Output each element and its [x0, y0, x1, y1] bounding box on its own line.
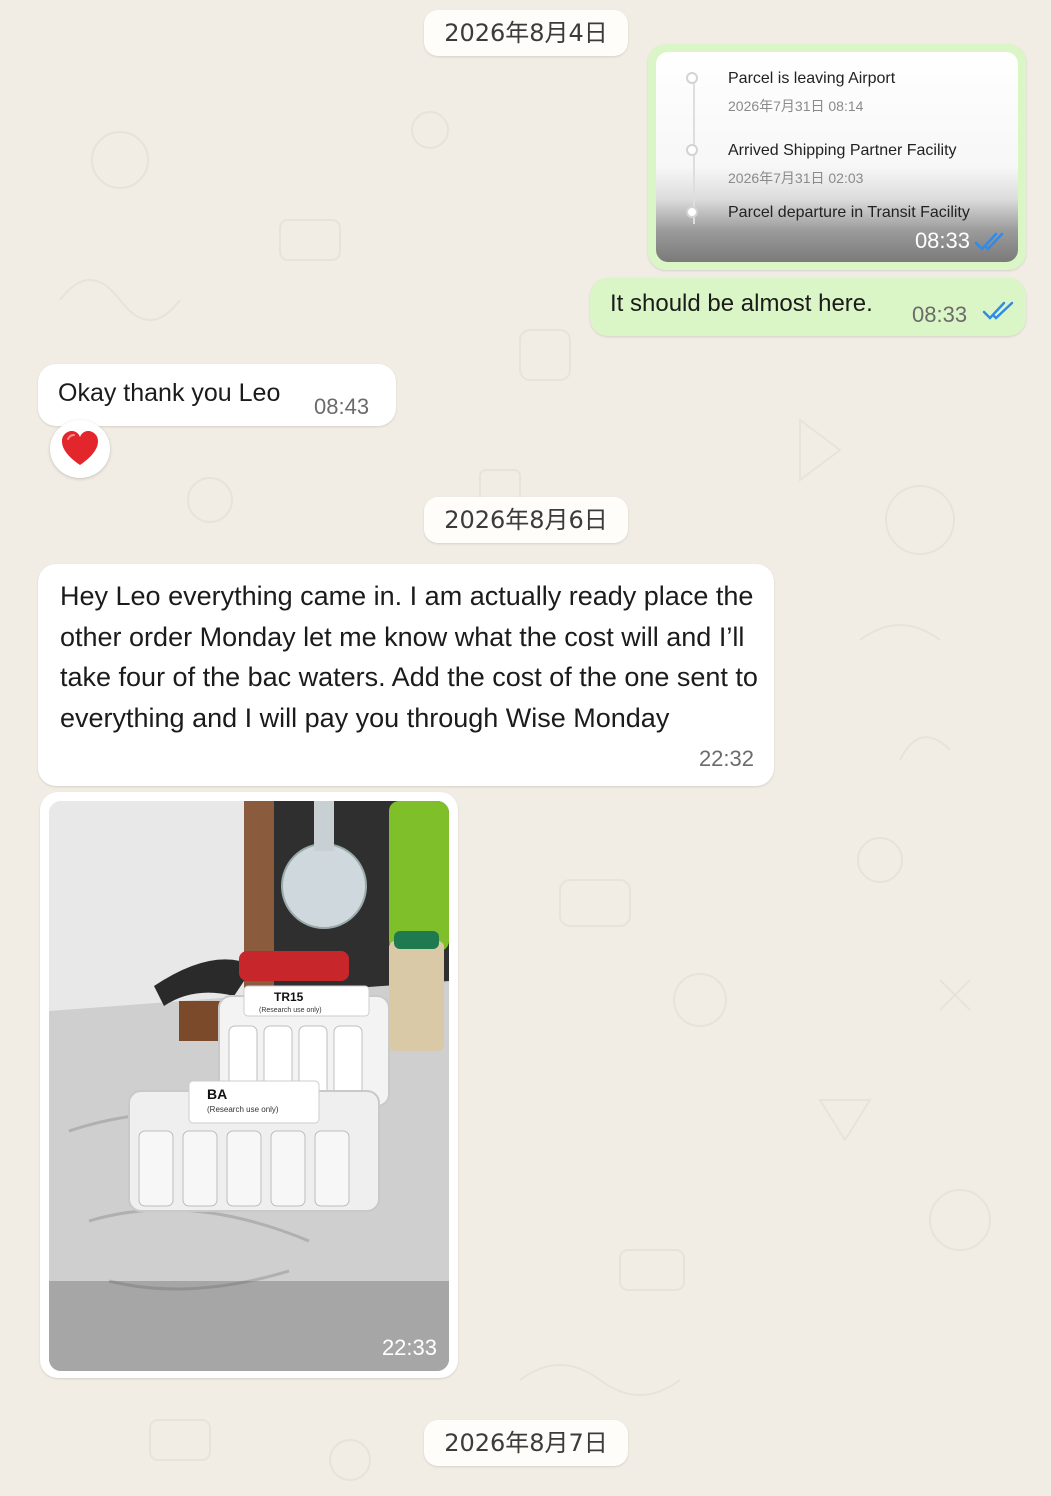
tracking-event-title: Arrived Shipping Partner Facility: [728, 142, 957, 159]
double-check-icon: [982, 301, 1014, 320]
tracking-event-time: 2026年7月31日 08:14: [728, 98, 864, 114]
tracking-screenshot[interactable]: Parcel is leaving Airport 2026年7月31日 08:…: [656, 52, 1018, 262]
message-text: Okay thank you Leo: [58, 379, 281, 407]
vial-label: TR15: [274, 990, 304, 1004]
timeline-dot: [686, 144, 698, 156]
tracking-image-message[interactable]: Parcel is leaving Airport 2026年7月31日 08:…: [648, 44, 1026, 270]
product-photo[interactable]: TR15 (Research use only) BA (Research us…: [49, 801, 449, 1371]
incoming-image-message[interactable]: TR15 (Research use only) BA (Research us…: [40, 792, 458, 1378]
double-check-icon: [974, 232, 1004, 251]
outgoing-message[interactable]: It should be almost here. 08:33: [590, 278, 1026, 336]
tracking-event-title: Parcel is leaving Airport: [728, 70, 896, 87]
tracking-event-title: Parcel departure in Transit Facility: [728, 204, 970, 221]
message-reaction[interactable]: [50, 420, 110, 478]
timeline-dot: [686, 206, 698, 218]
tracking-event-time: 2026年7月31日 02:03: [728, 170, 864, 186]
message-time: 22:32: [698, 746, 754, 771]
message-time: 08:43: [314, 394, 370, 419]
vial-label-sub: (Research use only): [259, 1007, 322, 1014]
message-time: 22:33: [381, 1335, 437, 1360]
message-text: It should be almost here.: [610, 290, 873, 317]
incoming-message[interactable]: Hey Leo everything came in. I am actuall…: [38, 564, 774, 786]
timeline-dot: [686, 72, 698, 84]
vial-label: BA: [207, 1086, 227, 1102]
message-time: 08:33: [912, 302, 968, 327]
vial-label-sub: (Research use only): [207, 1105, 279, 1114]
message-time: 08:33: [914, 228, 970, 253]
date-separator: 2026年8月4日: [424, 10, 628, 56]
heart-icon: [62, 431, 98, 465]
date-separator: 2026年8月7日: [424, 1420, 628, 1466]
message-text: Hey Leo everything came in. I am actuall…: [60, 581, 758, 733]
incoming-message[interactable]: Okay thank you Leo 08:43: [38, 364, 396, 426]
date-separator: 2026年8月6日: [424, 497, 628, 543]
photo-scene: TR15 (Research use only) BA (Research us…: [49, 801, 449, 1371]
